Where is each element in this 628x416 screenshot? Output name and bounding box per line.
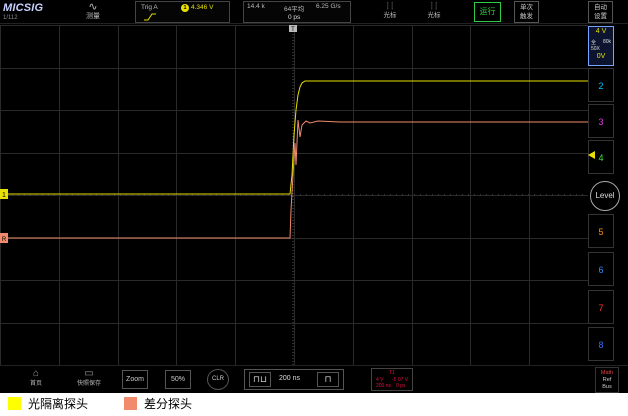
snapshot-save-label: 快照保存 — [76, 381, 101, 387]
cursor-icon: ┆┆ — [429, 3, 439, 10]
trigger-level: 4.346 V — [191, 4, 214, 11]
sample-rate: 6.25 G/s — [316, 3, 341, 10]
top-toolbar: MICSIG 1/112 ∿ 测量 Trig A 1 4.346 V 14.4 … — [0, 0, 628, 24]
cursor-button-1[interactable]: ┆┆ 光标 — [378, 2, 402, 20]
ch1-bandwidth: 80k — [602, 39, 611, 45]
timebase-increase-button[interactable]: ⊓ — [317, 372, 339, 387]
ch1-scale: 4 V — [595, 28, 607, 35]
cursor-button-2[interactable]: ┆┆ 光标 — [422, 2, 446, 20]
probe-legend: 光隔离探头 差分探头 — [0, 393, 628, 416]
ch1-ground-marker[interactable]: 1 — [0, 189, 8, 199]
rising-edge-icon — [144, 13, 156, 21]
math-label: Math — [600, 370, 614, 376]
trigger-source-badge: 1 — [181, 4, 189, 12]
home-label: 首页 — [29, 381, 42, 387]
channel-1-tile[interactable]: 4 V 全 80k 50X 0V — [588, 26, 614, 66]
page-indicator: 1/112 — [3, 15, 18, 21]
sine-wave-icon: ∿ — [88, 1, 98, 13]
ch1-probe: 50X — [591, 46, 600, 52]
ref-ground-marker[interactable]: R — [0, 233, 8, 243]
single-label-2: 触发 — [520, 13, 533, 20]
auto-label-1: 自动 — [594, 4, 607, 11]
run-stop-button[interactable]: 运行 — [474, 2, 501, 22]
bottom-toolbar: ⌂ 首页 ▭ 快照保存 Zoom 50% CLR ⊓⊔ 200 ns ⊓ T1 … — [0, 365, 628, 393]
cursor-label-2: 光标 — [427, 12, 441, 19]
ch1-offset: 0V — [596, 53, 606, 60]
waveform-grid[interactable]: T 1 R — [0, 25, 588, 365]
brand-logo: MICSIG — [3, 2, 44, 14]
channel-3-tile[interactable]: 3 — [588, 104, 614, 138]
svg-text:T: T — [291, 27, 295, 33]
math-ref-bus-button[interactable]: Math Ref Bus — [595, 367, 619, 393]
zoom-button[interactable]: Zoom — [122, 370, 148, 389]
home-button[interactable]: ⌂ 首页 — [24, 368, 48, 388]
auto-label-2: 设置 — [594, 13, 607, 20]
home-icon: ⌂ — [32, 368, 40, 379]
snapshot-save-button[interactable]: ▭ 快照保存 — [72, 368, 106, 388]
trig-status-t1: 200 ns — [376, 383, 392, 389]
channel-8-tile[interactable]: 8 — [588, 327, 614, 361]
clear-button[interactable]: CLR — [207, 369, 229, 390]
cursor-icon: ┆┆ — [385, 3, 395, 10]
level-knob[interactable]: Level — [590, 181, 620, 211]
timebase-panel[interactable]: 14.4 k 64平均 6.25 G/s 0 ps — [243, 1, 351, 23]
channel-2-tile[interactable]: 2 — [588, 68, 614, 102]
svg-text:R: R — [2, 237, 7, 243]
trigger-level-arrow[interactable] — [588, 151, 595, 159]
auto-setup-button[interactable]: 自动 设置 — [588, 1, 613, 23]
fifty-percent-button[interactable]: 50% — [165, 370, 191, 389]
horizontal-position: 0 ps — [288, 14, 301, 21]
memory-depth: 14.4 k — [247, 3, 265, 10]
channel-6-tile[interactable]: 6 — [588, 252, 614, 286]
trigger-panel[interactable]: Trig A 1 4.346 V — [135, 1, 230, 23]
trig-status-t: T1 — [389, 370, 395, 376]
measure-label: 测量 — [86, 13, 100, 20]
file-icon: ▭ — [84, 368, 94, 379]
legend-swatch-yellow — [8, 397, 21, 410]
single-label-1: 单次 — [520, 4, 533, 11]
timebase-decrease-button[interactable]: ⊓⊔ — [249, 372, 271, 387]
measure-button[interactable]: ∿ 测量 — [80, 1, 106, 23]
channel-7-tile[interactable]: 7 — [588, 290, 614, 324]
timebase-control: ⊓⊔ 200 ns ⊓ — [244, 369, 344, 390]
svg-text:1: 1 — [2, 192, 6, 199]
ref-label: Ref — [602, 377, 612, 383]
trigger-top-marker[interactable]: T — [289, 25, 297, 33]
acquisition-mode: 64平均 — [284, 6, 305, 13]
oscilloscope-screen: MICSIG 1/112 ∿ 测量 Trig A 1 4.346 V 14.4 … — [0, 0, 628, 393]
ch1-coupling: 全 — [591, 40, 597, 46]
legend-label-diff-probe: 差分探头 — [144, 397, 193, 411]
single-trigger-button[interactable]: 单次 触发 — [514, 1, 539, 23]
channel-5-tile[interactable]: 5 — [588, 214, 614, 248]
cursor-label-1: 光标 — [383, 12, 397, 19]
trigger-status-panel[interactable]: T1 4 V -5.07 V 200 ns 0 ps — [371, 368, 413, 391]
trig-status-t2: 0 ps — [396, 383, 406, 389]
bus-label: Bus — [602, 384, 612, 390]
channel-column: 4 V 全 80k 50X 0V 2 3 4 Level 5 6 7 8 — [588, 24, 628, 365]
time-per-div: 200 ns — [279, 375, 301, 382]
legend-label-isolated-probe: 光隔离探头 — [28, 397, 89, 411]
legend-swatch-salmon — [124, 397, 137, 410]
trigger-mode: Trig A — [141, 4, 158, 11]
